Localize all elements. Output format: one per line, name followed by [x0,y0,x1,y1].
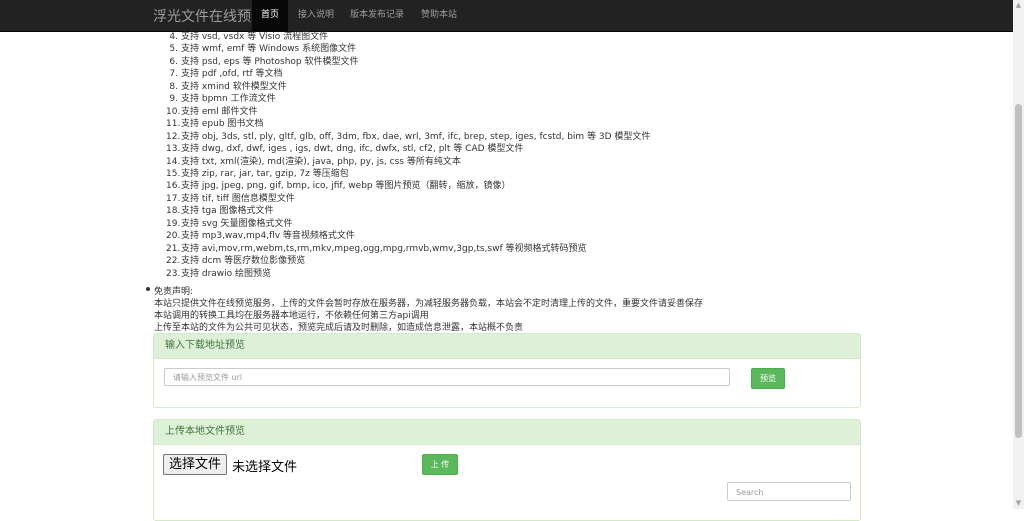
nav-item-docs[interactable]: 接入说明 [289,0,343,31]
list-item: 20.支持 mp3,wav,mp4,flv 等音视频格式文件 [166,228,355,241]
list-item: 17.支持 tif, tiff 图信息模型文件 [166,191,295,204]
list-item: 16.支持 jpg, jpeg, png, gif, bmp, ico, jfi… [166,178,511,191]
file-status: 未选择文件 [232,460,298,475]
list-item: 12.支持 obj, 3ds, stl, ply, gltf, glb, off… [166,129,650,142]
list-item: 8. 支持 xmind 软件模型文件 [166,79,286,92]
scroll-down-icon[interactable]: ▼ [1013,498,1024,509]
url-input[interactable]: 请输入预览文件 url [164,368,730,386]
upload-panel-title: 上传本地文件预览 [154,420,860,445]
list-item: 13.支持 dwg, dxf, dwf, iges , igs, dwt, dn… [166,141,523,154]
nav-item-releases[interactable]: 版本发布记录 [341,0,413,31]
scrollbar[interactable]: ▲ ▼ [1013,0,1024,509]
list-item: 15.支持 zip, rar, jar, tar, gzip, 7z 等压缩包 [166,166,349,179]
list-item: 21.支持 avi,mov,rm,webm,ts,rm,mkv,mpeg,ogg… [166,241,586,254]
upload-button[interactable]: 上 传 [422,454,458,475]
list-item-number: 23. [166,268,181,279]
list-item: 23.支持 drawio 绘图预览 [166,266,271,279]
nav-item-sponsor[interactable]: 赞助本站 [412,0,466,31]
list-item: 19.支持 svg 矢量图像格式文件 [166,216,292,229]
url-panel-title: 输入下载地址预览 [154,334,860,359]
list-item: 11.支持 epub 图书文档 [166,116,263,129]
url-preview-panel: 输入下载地址预览 请输入预览文件 url 预览 [153,333,861,408]
site-brand[interactable]: 浮光文件在线预览 [153,6,265,26]
list-item: 9. 支持 bpmn 工作流文件 [166,91,275,104]
list-item: 7. 支持 pdf ,ofd, rtf 等文档 [166,66,282,79]
list-item: 6. 支持 psd, eps 等 Photoshop 软件模型文件 [166,54,358,67]
list-bullet [146,287,150,291]
list-item: 4. 支持 vsd, vsdx 等 Visio 流程图文件 [166,29,328,42]
navbar: 浮光文件在线预览 首页 接入说明 版本发布记录 赞助本站 [0,0,1013,32]
disclaimer-line: 上传至本站的文件为公共可见状态，预览完成后请及时删除，如造成信息泄露，本站概不负… [154,323,524,333]
preview-button[interactable]: 预览 [751,368,785,389]
scroll-up-icon[interactable]: ▲ [1013,0,1024,11]
list-item-text: 支持 drawio 绘图预览 [181,268,272,279]
list-item: 10.支持 eml 邮件文件 [166,104,258,117]
list-item: 5. 支持 wmf, emf 等 Windows 系统图像文件 [166,41,356,54]
list-item: 22.支持 dcm 等医疗数位影像预览 [166,253,305,266]
list-item: 14.支持 txt, xml(渲染), md(渲染), java, php, p… [166,154,461,167]
choose-file-button[interactable]: 选择文件 [163,454,228,475]
search-input[interactable]: Search [727,482,851,501]
nav-item-home[interactable]: 首页 [252,0,289,31]
upload-preview-panel: 上传本地文件预览 选择文件 未选择文件 上 传 Search [153,419,861,521]
scroll-thumb[interactable] [1015,104,1022,438]
list-item: 18.支持 tga 图像格式文件 [166,203,273,216]
